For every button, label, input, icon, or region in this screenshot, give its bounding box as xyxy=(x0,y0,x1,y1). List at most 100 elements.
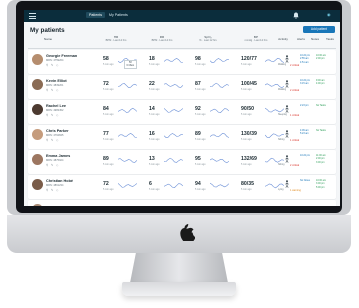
hr-sparkline[interactable] xyxy=(118,157,138,164)
hr-time: 5 min ago xyxy=(103,163,114,166)
notes-list[interactable]: 10:22 pm 3:15 am xyxy=(300,79,310,86)
tasks-list[interactable]: No Tasks xyxy=(316,129,326,132)
bell-icon[interactable] xyxy=(293,12,299,19)
note-time: 10:22 pm xyxy=(300,154,310,157)
tasks-list[interactable]: 11:00 am 2:00 pm 3:00 pm xyxy=(316,154,326,164)
column-header-tasks[interactable]: Tasks xyxy=(323,37,337,41)
rr-sparkline[interactable] xyxy=(164,182,184,189)
rr-sparkline[interactable] xyxy=(164,132,184,139)
avatar[interactable] xyxy=(32,79,43,90)
alert-badge[interactable]: 1 critical xyxy=(290,139,299,142)
rr-value: 14 xyxy=(149,106,155,112)
spo2-sparkline[interactable] xyxy=(210,107,230,114)
hr-sparkline[interactable] xyxy=(118,82,138,89)
patient-tag-icons: ⚲ ✎ ◇ xyxy=(46,113,60,117)
task-time: 5:00 pm xyxy=(316,185,325,189)
tasks-list[interactable]: No Tasks xyxy=(316,104,326,107)
alert-badge[interactable]: 1 warning xyxy=(290,189,301,192)
rr-sparkline[interactable] xyxy=(164,107,184,114)
patient-name[interactable]: Georgie Freeman xyxy=(46,54,77,58)
alert-badge[interactable]: 2 critical xyxy=(290,89,299,92)
monitor-stand-foot xyxy=(122,282,236,296)
alert-badge[interactable]: 2 critical xyxy=(290,164,299,167)
column-header-rr[interactable]: RR BPM · Last 12 hrs xyxy=(145,35,179,43)
spo2-sparkline[interactable] xyxy=(210,57,230,64)
avatar[interactable] xyxy=(32,129,43,140)
avatar[interactable] xyxy=(32,154,43,165)
bp-value: 130/39 xyxy=(241,131,257,137)
user-menu-icon[interactable]: ◉ xyxy=(327,12,331,17)
avatar[interactable] xyxy=(32,204,43,206)
patient-row[interactable]: Rachel Lee MRN: 4983452 ⚲ ✎ ◇ 84 5 min ago 14… xyxy=(28,100,336,124)
rr-value: 18 xyxy=(149,56,155,62)
note-time: 2:23 pm xyxy=(300,104,309,107)
patient-row[interactable] xyxy=(28,200,336,206)
column-header-spo2[interactable]: SpO₂% · Last 12 hrs xyxy=(191,35,225,43)
spo2-time: 5 min ago xyxy=(195,88,206,91)
patient-name[interactable]: Emma James xyxy=(46,154,70,158)
patient-row[interactable]: Georgie Freeman MRN: 4759264 ⚲ ✎ ◇ 58 5 min … xyxy=(28,50,336,74)
patient-mrn: MRN: 4759264 xyxy=(46,59,64,62)
patient-row[interactable]: Christian Hobé MRN: 4861234 ⚲ ✎ ◇ 72 5 min a… xyxy=(28,175,336,199)
patient-name[interactable]: Christian Hobé xyxy=(46,179,73,183)
spo2-sparkline[interactable] xyxy=(210,82,230,89)
column-header-notes[interactable]: Notes xyxy=(308,37,322,41)
column-header-alerts[interactable]: Alerts xyxy=(294,37,308,41)
notes-list[interactable]: No Notes xyxy=(300,179,310,182)
tasks-list[interactable]: 10:00 am 2:00 pm xyxy=(316,54,326,61)
activity-label: Walking xyxy=(278,89,287,91)
spo2-time: 5 min ago xyxy=(195,138,206,141)
task-time: 2:00 pm xyxy=(316,57,325,61)
patient-name[interactable]: Kevin Elliot xyxy=(46,79,67,83)
patient-name[interactable]: Chris Parker xyxy=(46,129,69,133)
alert-badge[interactable]: 2 critical xyxy=(290,64,299,67)
alert-badge[interactable]: 1 critical xyxy=(290,114,299,117)
column-header-bp[interactable]: BP mmHg · Last 12 hrs xyxy=(237,35,275,43)
task-time: 3:00 pm xyxy=(316,160,325,164)
column-header-hr[interactable]: HR BPM · Last 12 hrs xyxy=(99,35,133,43)
menu-icon[interactable] xyxy=(29,13,36,19)
spo2-sparkline[interactable] xyxy=(210,182,230,189)
patient-name[interactable]: Rachel Lee xyxy=(46,104,66,108)
notes-list[interactable]: 2:23 pm xyxy=(300,104,309,107)
tab-patients[interactable]: Patients xyxy=(86,12,105,18)
hr-value: 72 xyxy=(103,181,109,187)
header-divider xyxy=(28,48,336,49)
add-patient-button[interactable]: Add patient xyxy=(303,26,335,33)
spo2-sparkline[interactable] xyxy=(210,157,230,164)
patient-tag-icons: ⚲ ✎ ◇ xyxy=(46,63,60,67)
bp-time: 5 min ago xyxy=(241,163,252,166)
tasks-list[interactable]: 9:00 am 4:00 pm xyxy=(316,79,325,86)
hr-sparkline[interactable] xyxy=(118,182,138,189)
patient-row[interactable]: Kevin Elliot MRN: 4839201 ⚲ ✎ ◇ 72 5 min ago… xyxy=(28,75,336,99)
avatar[interactable] xyxy=(32,179,43,190)
notes-list[interactable]: 10:22 pm xyxy=(300,154,310,157)
patient-mrn: MRN: 4839201 xyxy=(46,84,64,87)
notes-list[interactable]: 10:22 pm 2:55 am 4:51 am xyxy=(300,54,310,64)
rr-sparkline[interactable] xyxy=(164,82,184,89)
rr-time: 5 min ago xyxy=(149,88,160,91)
hr-time: 5 min ago xyxy=(103,63,114,66)
spo2-sparkline[interactable] xyxy=(210,132,230,139)
patient-tag-icons: ⚲ ✎ ◇ xyxy=(46,138,60,142)
notes-list[interactable]: 4:09 am 5:23 am xyxy=(300,129,309,136)
activity-label: Sleeping xyxy=(278,114,287,116)
tooltip-time: 6:15am xyxy=(126,64,135,67)
hr-sparkline[interactable] xyxy=(118,107,138,114)
hr-sparkline[interactable] xyxy=(118,132,138,139)
rr-time: 5 min ago xyxy=(149,163,160,166)
column-header-activity[interactable]: Activity xyxy=(274,37,292,41)
avatar[interactable] xyxy=(32,54,43,65)
rr-sparkline[interactable] xyxy=(164,157,184,164)
rr-sparkline[interactable] xyxy=(164,57,184,64)
hr-value: 77 xyxy=(103,131,109,137)
patient-tag-icons: ⚲ ✎ ◇ xyxy=(46,188,60,192)
patient-row[interactable]: Emma James MRN: 4875924 ⚲ ✎ ◇ 89 5 min ago 13… xyxy=(28,150,336,174)
patient-row[interactable]: Chris Parker MRN: 4762845 ⚲ ✎ ◇ 77 5 min ago… xyxy=(28,125,336,149)
tasks-list[interactable]: 10:00 am 3:00 pm 5:00 pm xyxy=(316,179,326,189)
column-header-name[interactable]: Name xyxy=(38,37,58,41)
tab-my-patients[interactable]: My Patients xyxy=(109,13,128,17)
patient-mrn: MRN: 4875924 xyxy=(46,159,64,162)
avatar[interactable] xyxy=(32,104,43,115)
bp-value: 132/69 xyxy=(241,156,257,162)
